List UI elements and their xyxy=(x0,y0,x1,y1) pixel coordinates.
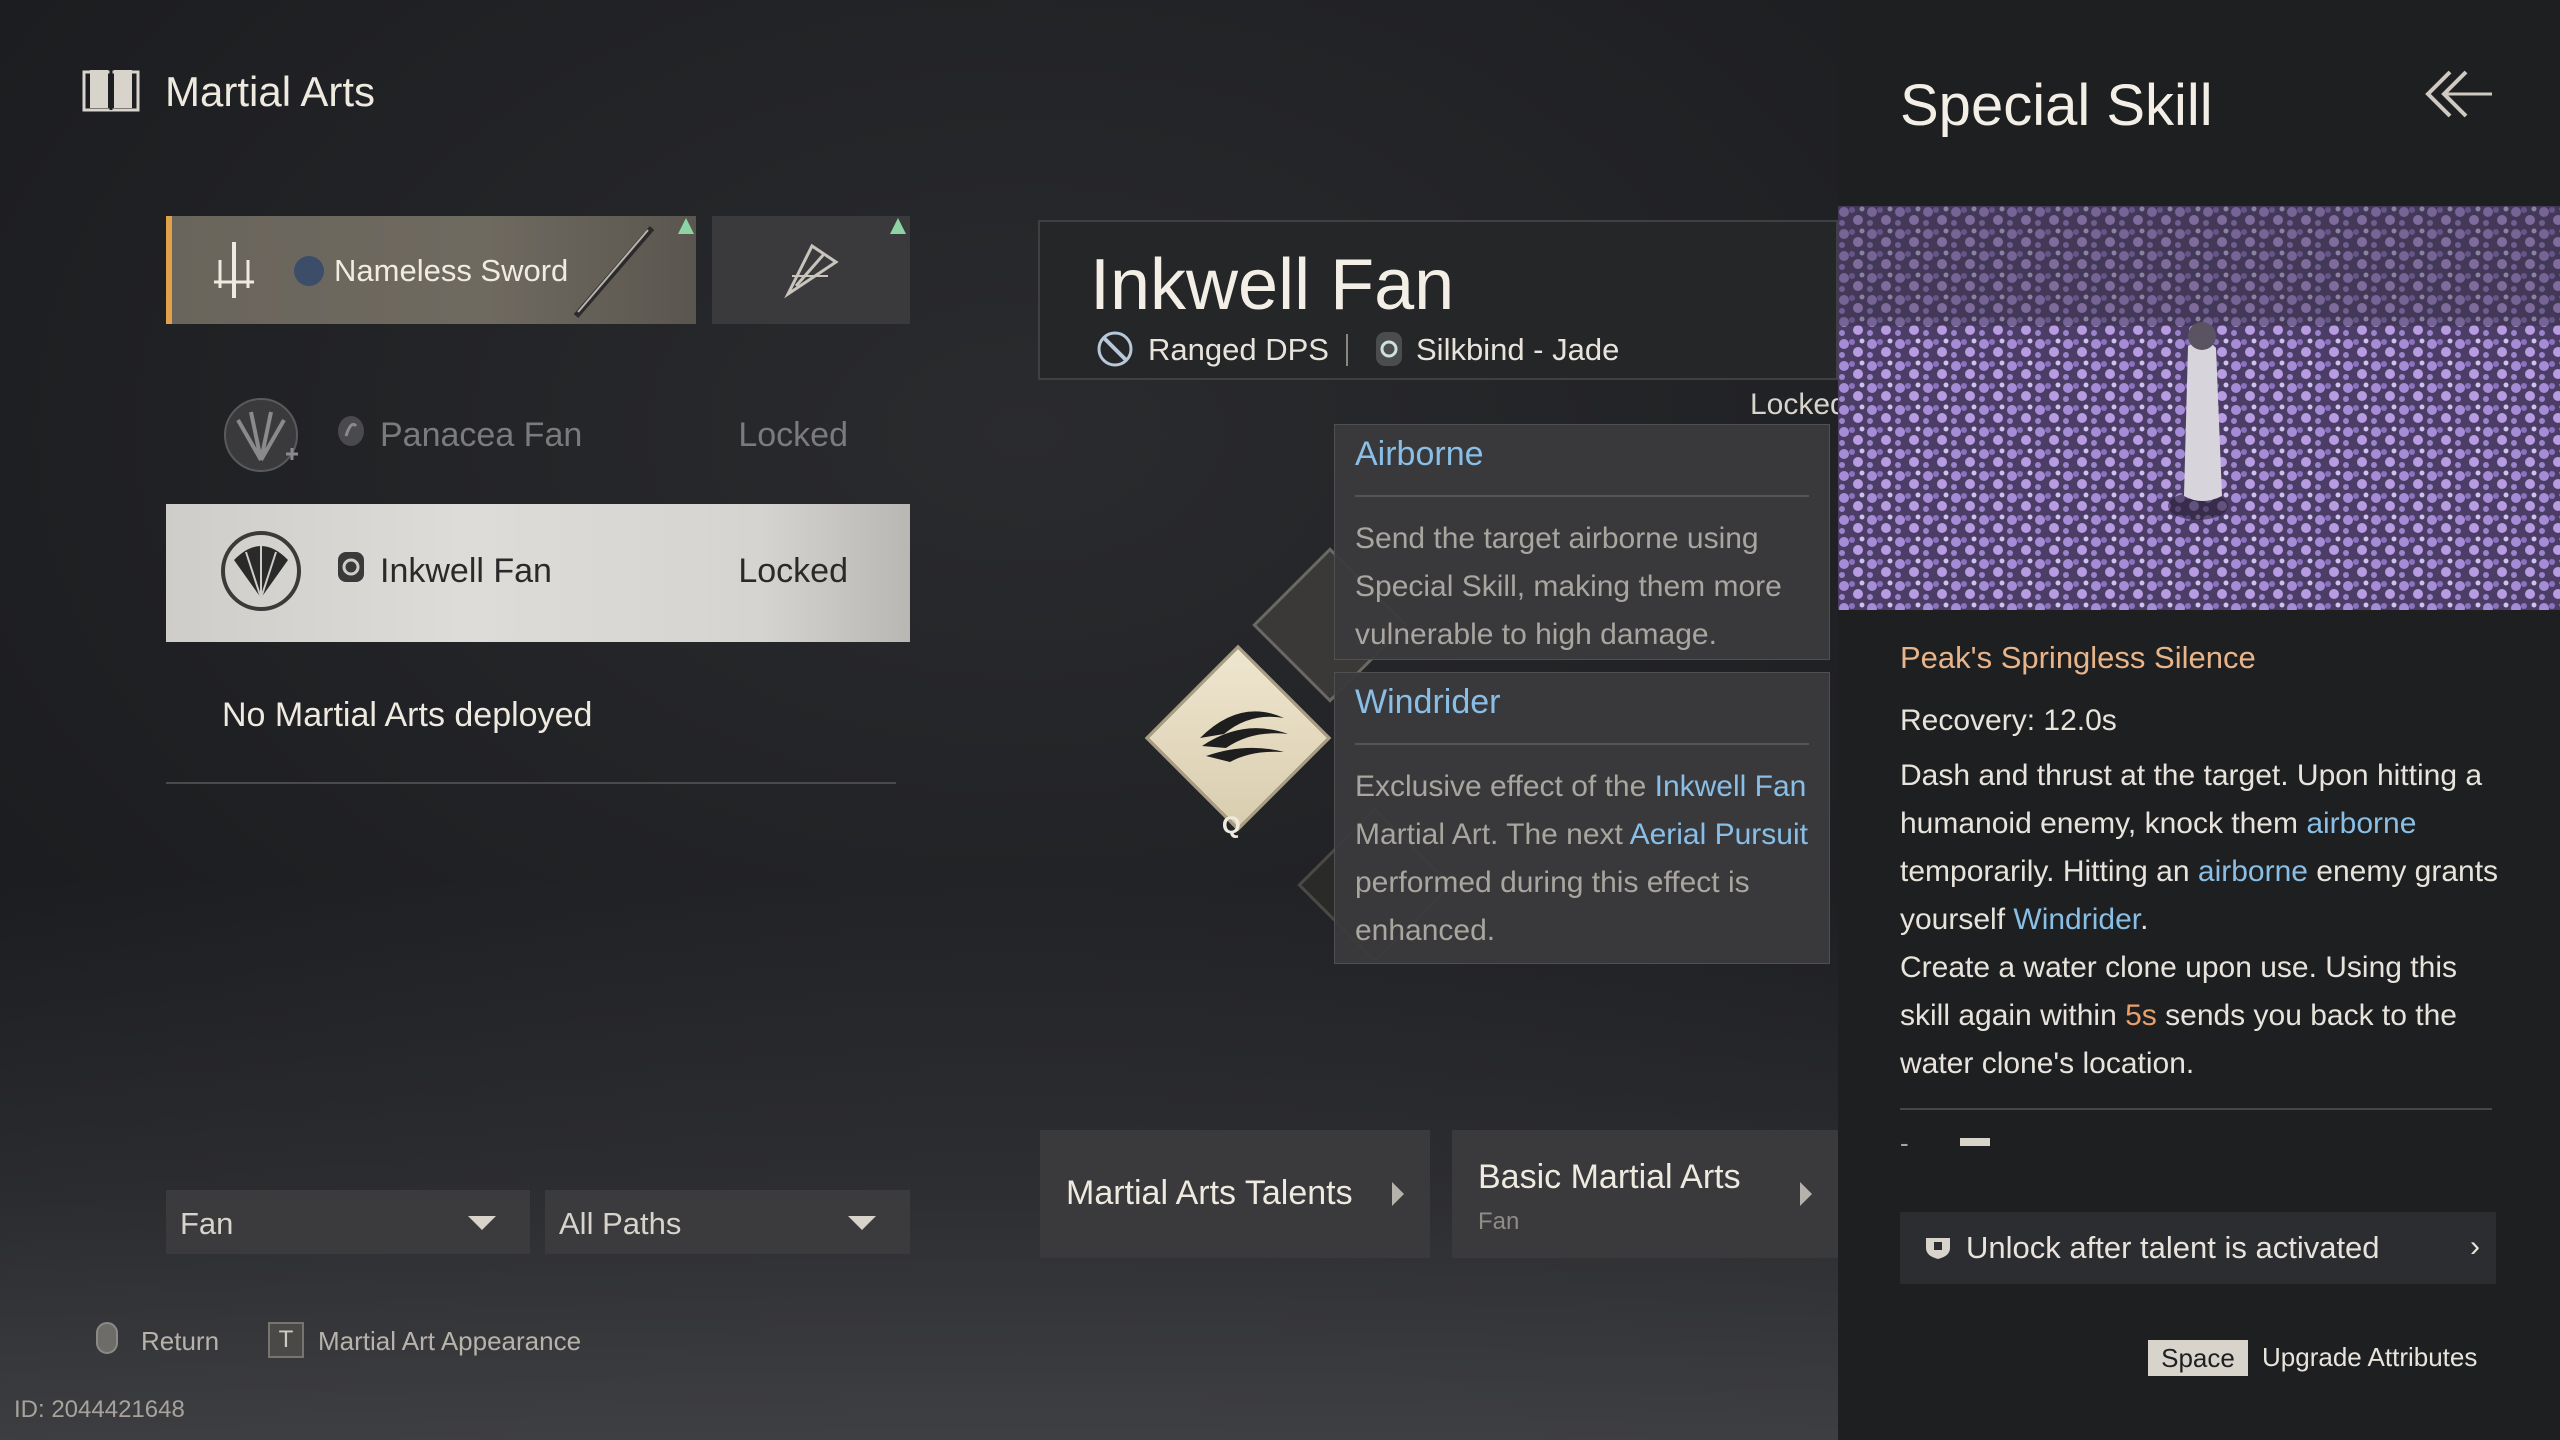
panacea-fan-icon xyxy=(224,398,298,472)
weapon-slot-active[interactable]: Nameless Sword xyxy=(166,216,696,324)
sword-art-icon xyxy=(573,226,655,318)
divider xyxy=(166,782,896,784)
divider xyxy=(1900,1108,2492,1110)
skill-recovery: Recovery: 12.0s xyxy=(1900,704,2117,737)
wind-slash-icon xyxy=(1200,711,1288,762)
return-hint[interactable]: Return xyxy=(141,1326,219,1357)
airborne-tooltip: Airborne Send the target airborne using … xyxy=(1334,424,1830,660)
path-icon xyxy=(338,552,364,582)
unlock-label: Unlock after talent is activated xyxy=(1966,1230,2380,1265)
martial-arts-talents-button[interactable]: Martial Arts Talents xyxy=(1040,1130,1430,1258)
fan-weapon-icon xyxy=(784,243,839,299)
item-name: Inkwell Fan xyxy=(380,552,552,590)
player-id: ID: 2044421648 xyxy=(14,1396,185,1423)
chevron-right-icon xyxy=(1800,1182,1812,1206)
martial-art-title-card: Inkwell Fan Ranged DPS Silkbind - Jade xyxy=(1038,220,1838,380)
button-label: Martial Arts Talents xyxy=(1066,1174,1353,1212)
dropdown-value: All Paths xyxy=(559,1206,682,1241)
lock-shield-icon xyxy=(1926,1238,1950,1259)
path-icon xyxy=(294,256,324,286)
tooltip-body: Send the target airborne using Special S… xyxy=(1355,522,1782,651)
path-label: Silkbind - Jade xyxy=(1416,332,1620,367)
key-t-icon: T xyxy=(268,1322,304,1358)
basic-martial-arts-button[interactable]: Basic Martial Arts Fan xyxy=(1452,1130,1838,1258)
weapon-slot-label: Nameless Sword xyxy=(334,253,569,288)
path-icon xyxy=(338,416,364,446)
chevron-down-icon xyxy=(468,1216,496,1230)
tooltip-title: Windrider xyxy=(1355,673,1809,745)
windrider-tooltip: Windrider Exclusive effect of the Inkwel… xyxy=(1334,672,1830,964)
skill-description: Dash and thrust at the target. Upon hitt… xyxy=(1900,759,2499,1080)
chevron-right-icon xyxy=(1392,1182,1404,1206)
martial-art-name: Inkwell Fan xyxy=(1090,245,1455,325)
skill-key-label: Q xyxy=(1222,812,1241,839)
chevron-right-icon: › xyxy=(2470,1230,2480,1263)
panel-title: Special Skill xyxy=(1900,73,2213,138)
mouse-icon xyxy=(96,1322,118,1354)
path-filter-dropdown[interactable]: All Paths xyxy=(545,1190,910,1254)
tooltip-body: Exclusive effect of the Inkwell Fan Mart… xyxy=(1355,770,1808,947)
item-status: Locked xyxy=(738,552,848,590)
skill-name: Peak's Springless Silence xyxy=(1900,640,2256,675)
weapon-filter-dropdown[interactable]: Fan xyxy=(166,1190,530,1254)
locked-label: Locked xyxy=(1750,388,1847,421)
appearance-hint[interactable]: Martial Art Appearance xyxy=(318,1326,581,1357)
button-label: Basic Martial Arts xyxy=(1478,1158,1741,1196)
space-key-icon: Space xyxy=(2148,1340,2248,1376)
upgrade-attributes-hint[interactable]: Upgrade Attributes xyxy=(2262,1342,2477,1373)
skill-preview-image xyxy=(1838,206,2560,610)
level-dash: - xyxy=(1900,1128,1909,1158)
book-icon xyxy=(82,70,140,112)
empty-deployment-text: No Martial Arts deployed xyxy=(222,696,593,734)
level-indicator xyxy=(1960,1138,1990,1146)
role-label: Ranged DPS xyxy=(1148,332,1329,367)
sword-weapon-icon xyxy=(214,242,254,298)
unlock-talent-button[interactable]: Unlock after talent is activated › xyxy=(1900,1212,2496,1284)
tooltip-title: Airborne xyxy=(1355,425,1809,497)
divider xyxy=(1346,334,1348,366)
dropdown-value: Fan xyxy=(180,1206,234,1241)
weapon-slot-alternate[interactable] xyxy=(712,216,910,324)
upgrade-indicator-icon xyxy=(678,218,694,234)
chevron-down-icon xyxy=(848,1216,876,1230)
upgrade-indicator-icon xyxy=(890,218,906,234)
item-status: Locked xyxy=(738,416,848,454)
page-title: Martial Arts xyxy=(165,68,376,115)
item-name: Panacea Fan xyxy=(380,416,583,454)
button-sublabel: Fan xyxy=(1478,1208,1520,1235)
list-item-inkwell-fan[interactable]: Inkwell Fan Locked xyxy=(166,504,910,642)
inkwell-fan-icon xyxy=(221,531,301,611)
path-icon xyxy=(1376,332,1402,366)
ranged-dps-icon xyxy=(1097,331,1133,367)
back-arrow-icon[interactable] xyxy=(2420,64,2494,124)
list-item-panacea-fan[interactable]: Panacea Fan Locked xyxy=(166,368,910,504)
